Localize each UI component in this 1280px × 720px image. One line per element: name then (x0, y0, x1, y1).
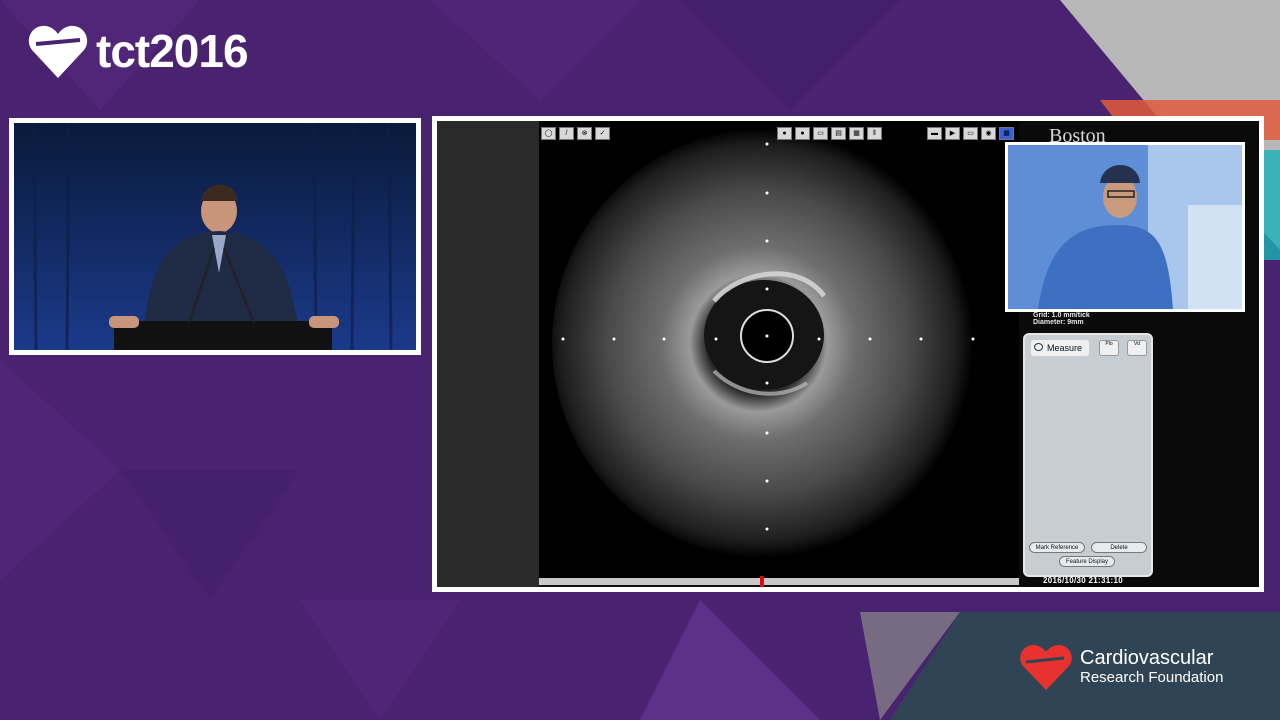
diameter-text: Diameter: 9mm (1033, 319, 1084, 326)
grid-button[interactable]: ▦ (849, 127, 864, 140)
volume-tab-label: Vd (1133, 341, 1141, 347)
area-tool-button[interactable]: ⊗ (577, 127, 592, 140)
scrub-position-marker[interactable] (759, 576, 764, 587)
display-mode-button[interactable]: ● (777, 127, 792, 140)
measure-panel: Measure Plo Vd Mark Reference Delete Fea… (1023, 333, 1153, 577)
heart-logo-icon (28, 25, 88, 78)
event-title: tct2016 (96, 25, 249, 77)
plaque-tab[interactable]: Plo (1099, 340, 1119, 356)
operator-video-inset (1005, 142, 1245, 312)
speech-bubble-icon (1034, 343, 1043, 351)
play-button[interactable]: ▶ (945, 127, 960, 140)
line-tool-button[interactable]: / (559, 127, 574, 140)
mark-reference-button[interactable]: Mark Reference (1029, 542, 1085, 553)
color-mode-button[interactable]: ● (795, 127, 810, 140)
ivus-display-panel: ◯ / ⊗ ✓ ● ● ▭ ▤ ▦ ‖ ▬ ▶ ▭ ◉ ▦ Boston Gri… (432, 116, 1264, 592)
speaker-video-panel (9, 118, 421, 355)
layout-button[interactable]: ▤ (831, 127, 846, 140)
plaque-tab-label: Plo (1105, 341, 1113, 347)
ivus-center-toolbar: ● ● ▭ ▤ ▦ ‖ (777, 127, 882, 140)
tct-logo: tct2016 (26, 20, 249, 82)
columns-button[interactable]: ‖ (867, 127, 882, 140)
check-tool-button[interactable]: ✓ (595, 127, 610, 140)
ivus-left-margin (437, 121, 539, 587)
ivus-right-toolbar: ▬ ▶ ▭ ◉ ▦ (927, 127, 1014, 140)
crf-heart-icon (1020, 644, 1072, 690)
delete-button[interactable]: Delete (1091, 542, 1147, 553)
feature-display-button[interactable]: Feature Display (1059, 556, 1115, 567)
frame-scrubber[interactable] (539, 576, 1019, 587)
measure-tab[interactable]: Measure (1031, 340, 1089, 356)
settings-button[interactable]: ▦ (999, 127, 1014, 140)
timestamp: 2016/10/30 21:31:10 (1043, 576, 1123, 585)
export-button[interactable]: ▭ (963, 127, 978, 140)
ivus-screen: ◯ / ⊗ ✓ ● ● ▭ ▤ ▦ ‖ ▬ ▶ ▭ ◉ ▦ Boston Gri… (437, 121, 1259, 587)
speaker-video (14, 123, 416, 350)
ivus-left-toolbar: ◯ / ⊗ ✓ (541, 127, 610, 140)
print-button[interactable]: ▬ (927, 127, 942, 140)
grid-scale-text: Grid: 1.0 mm/tick (1033, 312, 1090, 319)
camera-button[interactable]: ◉ (981, 127, 996, 140)
measure-tab-label: Measure (1047, 343, 1083, 353)
crf-line1: Cardiovascular (1080, 647, 1214, 669)
crf-line2: Research Foundation (1080, 669, 1224, 686)
crf-logo: Cardiovascular Research Foundation (1018, 642, 1223, 692)
speech-bubble-tool-button[interactable]: ◯ (541, 127, 556, 140)
ivus-cross-section-image (539, 121, 1019, 581)
volume-tab[interactable]: Vd (1127, 340, 1147, 356)
vol-button[interactable]: ▭ (813, 127, 828, 140)
grid-info: Grid: 1.0 mm/tick Diameter: 9mm (1033, 312, 1090, 326)
